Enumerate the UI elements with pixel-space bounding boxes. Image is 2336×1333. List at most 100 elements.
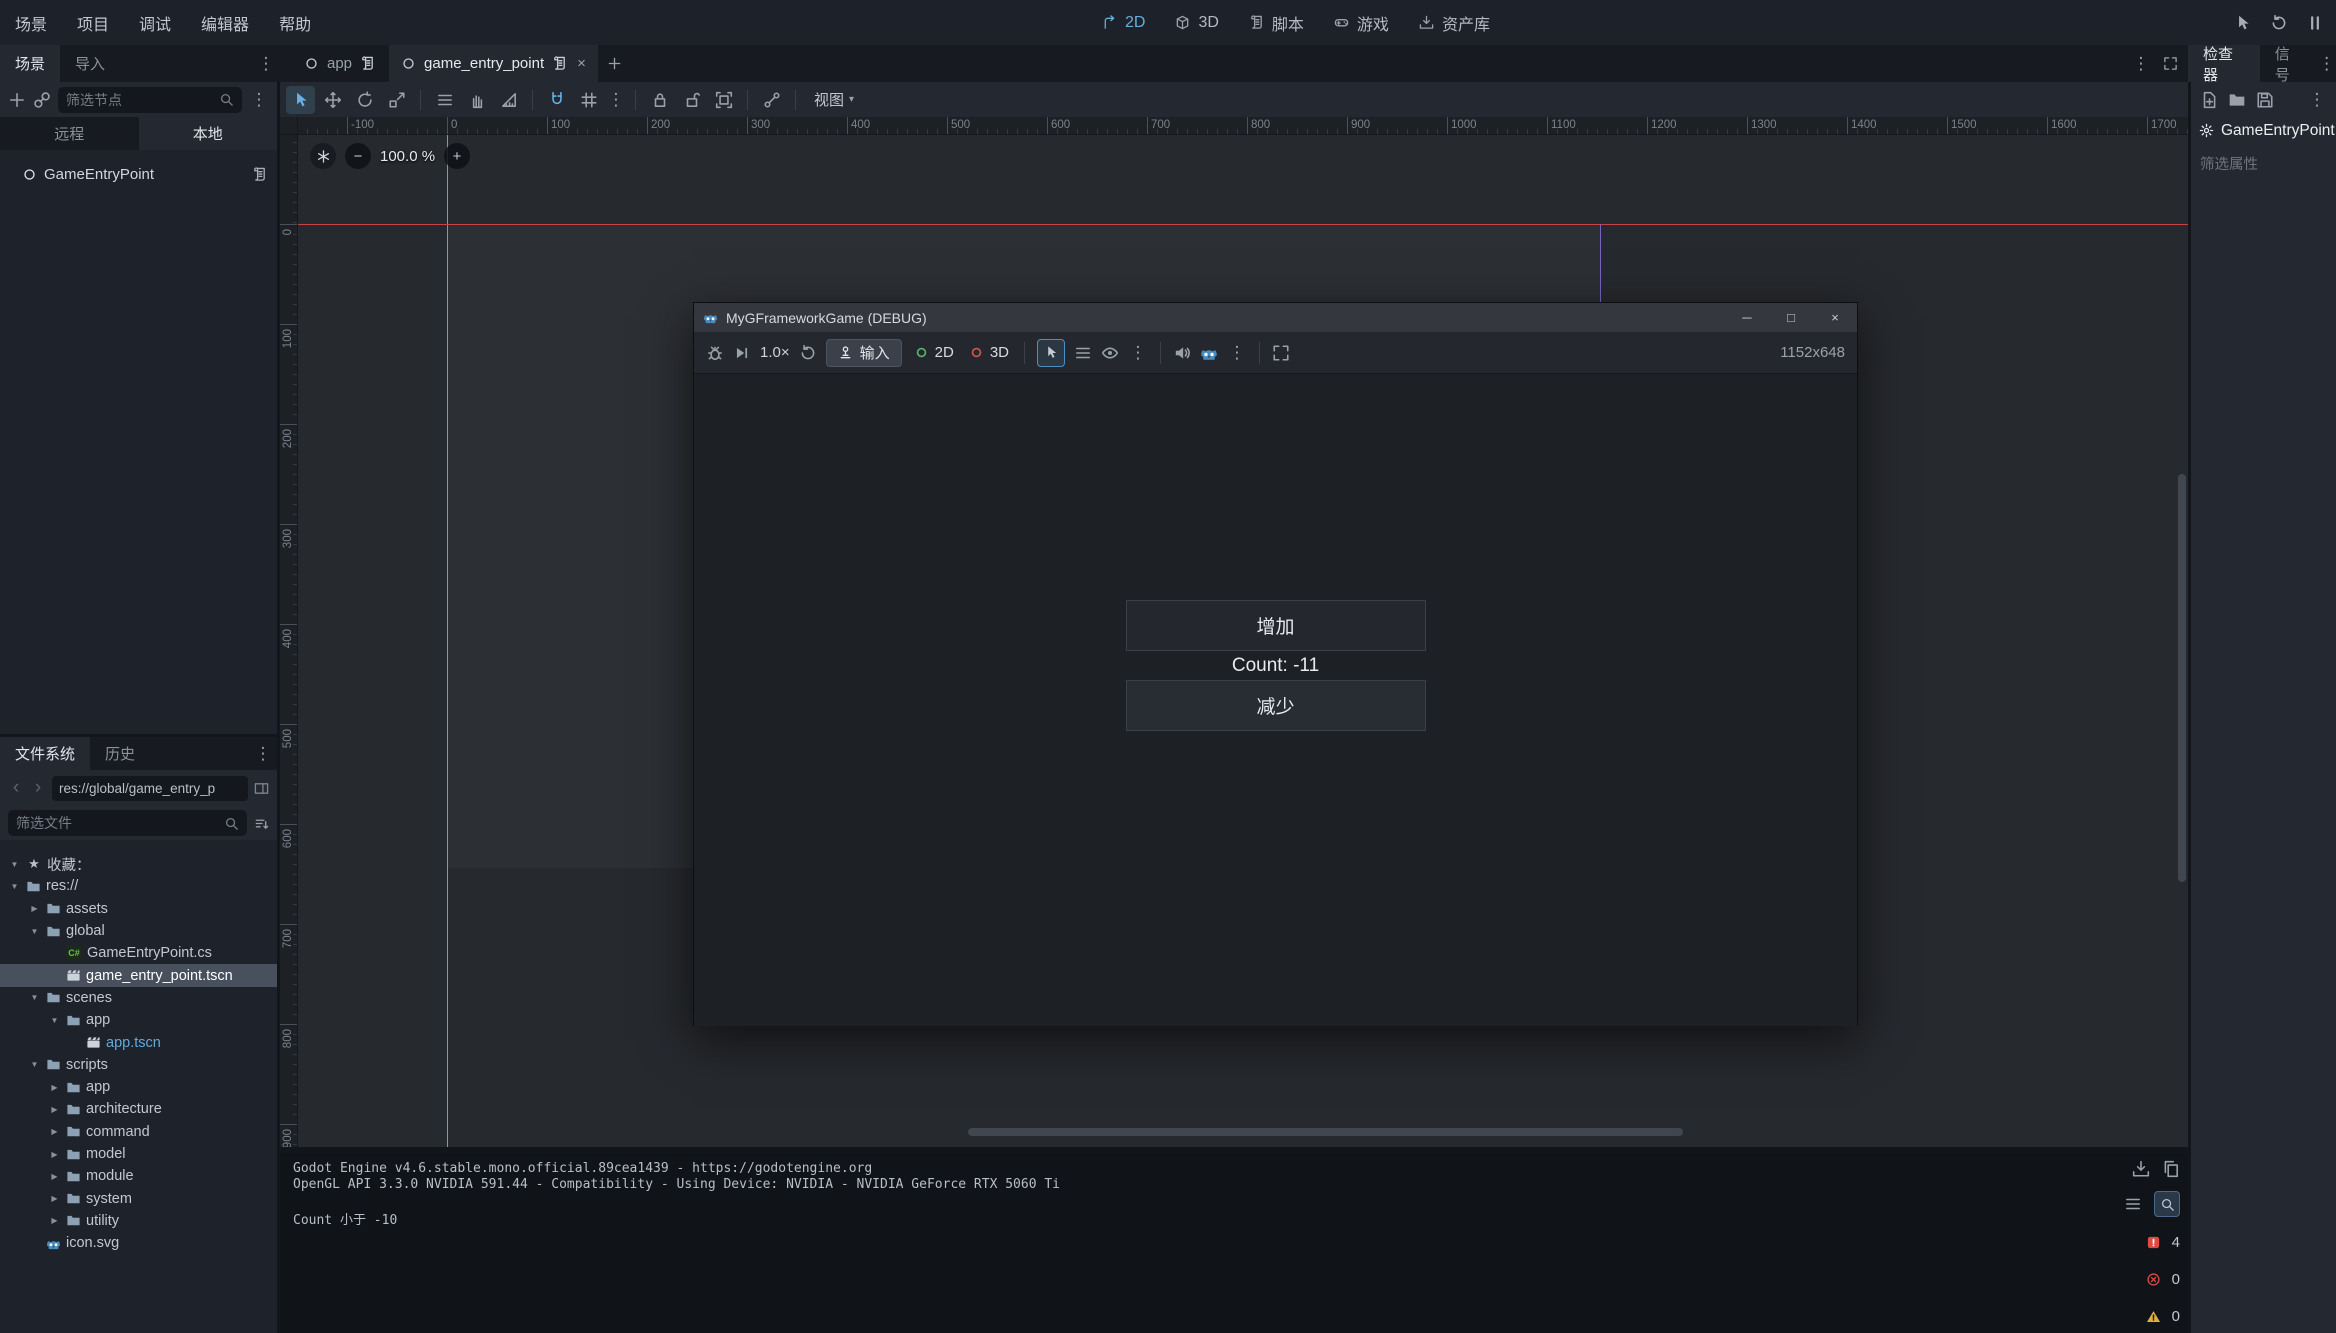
- tree-item-file-gameentrypoint-cs[interactable]: C#GameEntryPoint.cs: [0, 942, 277, 964]
- scene-tab-game-entry-point[interactable]: game_entry_point ×: [389, 45, 598, 82]
- zoom-out-button[interactable]: −: [345, 143, 371, 169]
- tree-item-folder-scenes[interactable]: ▼scenes: [0, 987, 277, 1009]
- scrollbar-thumb[interactable]: [2178, 474, 2186, 882]
- workspace-tab-game[interactable]: 游戏: [1322, 7, 1401, 39]
- close-button[interactable]: ×: [1813, 303, 1857, 332]
- lock-node-button[interactable]: [645, 86, 674, 114]
- clear-output-icon[interactable]: [2132, 1160, 2150, 1178]
- dock-tab-filesystem[interactable]: 文件系统: [0, 735, 90, 772]
- select-tool-button[interactable]: [286, 86, 315, 114]
- move-tool-button[interactable]: [318, 86, 347, 114]
- tree-item-folder-assets[interactable]: ▶assets: [0, 898, 277, 920]
- tree-arrow-icon[interactable]: ▶: [48, 1216, 61, 1225]
- maximize-button[interactable]: □: [1769, 303, 1813, 332]
- mode-2d-button[interactable]: 2D: [911, 344, 957, 361]
- playback-speed[interactable]: 1.0×: [760, 344, 790, 361]
- current-path[interactable]: res://global/game_entry_p: [52, 776, 248, 801]
- scene-tab-app[interactable]: app: [292, 45, 387, 82]
- smart-snap-button[interactable]: [542, 86, 571, 114]
- visibility-icon[interactable]: [1101, 344, 1119, 362]
- tree-item-folder-utility[interactable]: ▶utility: [0, 1210, 277, 1232]
- pause-icon[interactable]: [2306, 14, 2324, 32]
- collapse-output-icon[interactable]: [2124, 1195, 2142, 1213]
- 2d-viewport-canvas[interactable]: − 100.0 % + MyGFrameworkGame (DEBUG) ─ □…: [298, 135, 2188, 1147]
- game-select-tool-button[interactable]: [1037, 339, 1065, 367]
- audio-mute-icon[interactable]: [1173, 344, 1191, 362]
- dock-tab-history[interactable]: 历史: [90, 735, 150, 772]
- tree-arrow-icon[interactable]: ▶: [48, 1105, 61, 1114]
- dock-tab-import[interactable]: 导入: [60, 45, 120, 82]
- embed-fullscreen-icon[interactable]: [1272, 344, 1290, 362]
- tree-item-file-icon-svg[interactable]: icon.svg: [0, 1232, 277, 1254]
- load-resource-icon[interactable]: [2228, 91, 2246, 109]
- new-scene-tab-button[interactable]: [600, 45, 630, 82]
- rotate-tool-button[interactable]: [350, 86, 379, 114]
- tree-item-folder-global[interactable]: ▼global: [0, 920, 277, 942]
- mode-3d-button[interactable]: 3D: [966, 344, 1012, 361]
- menu-item[interactable]: 编辑器: [186, 0, 264, 45]
- decrease-button[interactable]: 减少: [1126, 680, 1426, 731]
- unlock-node-button[interactable]: [677, 86, 706, 114]
- more-options-menu-icon[interactable]: ⋮: [1227, 343, 1247, 363]
- scene-dock-menu-icon[interactable]: ⋮: [256, 54, 276, 74]
- debugger-error-badge[interactable]: 4: [2146, 1230, 2180, 1254]
- menu-item[interactable]: 帮助: [264, 0, 326, 45]
- warning-badge[interactable]: 0: [2146, 1304, 2180, 1328]
- view-menu-button[interactable]: 视图 ▾: [805, 89, 863, 110]
- sort-files-icon[interactable]: [254, 816, 269, 831]
- godot-head-icon[interactable]: [1200, 344, 1218, 362]
- dock-tab-signals[interactable]: 信号: [2260, 45, 2318, 82]
- filter-properties-input[interactable]: 筛选属性: [2191, 150, 2336, 177]
- filesystem-menu-icon[interactable]: ⋮: [253, 744, 273, 764]
- tree-arrow-icon[interactable]: ▼: [8, 860, 21, 869]
- error-badge[interactable]: 0: [2146, 1267, 2180, 1291]
- workspace-tab-2d[interactable]: 2D: [1090, 7, 1157, 39]
- tree-item-file-app-tscn[interactable]: app.tscn: [0, 1031, 277, 1053]
- tree-item-res-root[interactable]: ▼res://: [0, 875, 277, 897]
- game-options-menu-icon[interactable]: ⋮: [1128, 343, 1148, 363]
- grid-snap-button[interactable]: [574, 86, 603, 114]
- inspector-dock-menu-icon[interactable]: ⋮: [2317, 54, 2336, 74]
- tree-item-folder-scripts[interactable]: ▼scripts: [0, 1054, 277, 1076]
- input-toggle-button[interactable]: 输入: [826, 339, 902, 367]
- copy-output-icon[interactable]: [2162, 1160, 2180, 1178]
- save-resource-icon[interactable]: [2256, 91, 2274, 109]
- scrollbar-thumb[interactable]: [968, 1128, 1683, 1136]
- debugger-icon[interactable]: [706, 344, 724, 362]
- reset-speed-icon[interactable]: [799, 344, 817, 362]
- next-frame-icon[interactable]: [733, 344, 751, 362]
- nav-back-icon[interactable]: ‹: [8, 777, 24, 799]
- menu-item[interactable]: 项目: [62, 0, 124, 45]
- inspected-node-row[interactable]: GameEntryPoint: [2191, 117, 2336, 144]
- tree-arrow-icon[interactable]: ▼: [28, 1060, 41, 1069]
- instance-scene-icon[interactable]: [33, 91, 51, 109]
- close-tab-icon[interactable]: ×: [577, 55, 586, 72]
- scene-tree-root-node[interactable]: GameEntryPoint: [0, 163, 277, 185]
- minimize-button[interactable]: ─: [1725, 303, 1769, 332]
- tree-item-folder-app[interactable]: ▼app: [0, 1009, 277, 1031]
- tab-remote[interactable]: 远程: [0, 117, 139, 150]
- zoom-level[interactable]: 100.0 %: [380, 148, 435, 165]
- tree-arrow-icon[interactable]: ▼: [8, 882, 21, 891]
- nav-forward-icon[interactable]: ›: [30, 777, 46, 799]
- dock-tab-inspector[interactable]: 检查器: [2188, 45, 2260, 82]
- workspace-tab-assetlib[interactable]: 资产库: [1407, 7, 1502, 39]
- scale-tool-button[interactable]: [382, 86, 411, 114]
- game-debug-window[interactable]: MyGFrameworkGame (DEBUG) ─ □ × 1.0× 输入: [693, 302, 1858, 1026]
- workspace-tab-3d[interactable]: 3D: [1163, 7, 1230, 39]
- add-node-icon[interactable]: [8, 91, 26, 109]
- search-output-button[interactable]: [2154, 1191, 2180, 1217]
- zoom-in-button[interactable]: +: [444, 143, 470, 169]
- increase-button[interactable]: 增加: [1126, 600, 1426, 651]
- filter-nodes-input[interactable]: 筛选节点: [58, 87, 242, 113]
- scene-tree-menu-icon[interactable]: ⋮: [249, 90, 269, 110]
- tree-arrow-icon[interactable]: ▶: [48, 1127, 61, 1136]
- list-select-button[interactable]: [430, 86, 459, 114]
- menu-item[interactable]: 调试: [124, 0, 186, 45]
- tree-item-folder-command[interactable]: ▶command: [0, 1121, 277, 1143]
- distraction-free-icon[interactable]: [2163, 56, 2178, 71]
- tab-local[interactable]: 本地: [139, 117, 278, 150]
- tree-arrow-icon[interactable]: ▼: [28, 927, 41, 936]
- new-resource-icon[interactable]: [2200, 91, 2218, 109]
- center-view-icon[interactable]: [310, 143, 336, 169]
